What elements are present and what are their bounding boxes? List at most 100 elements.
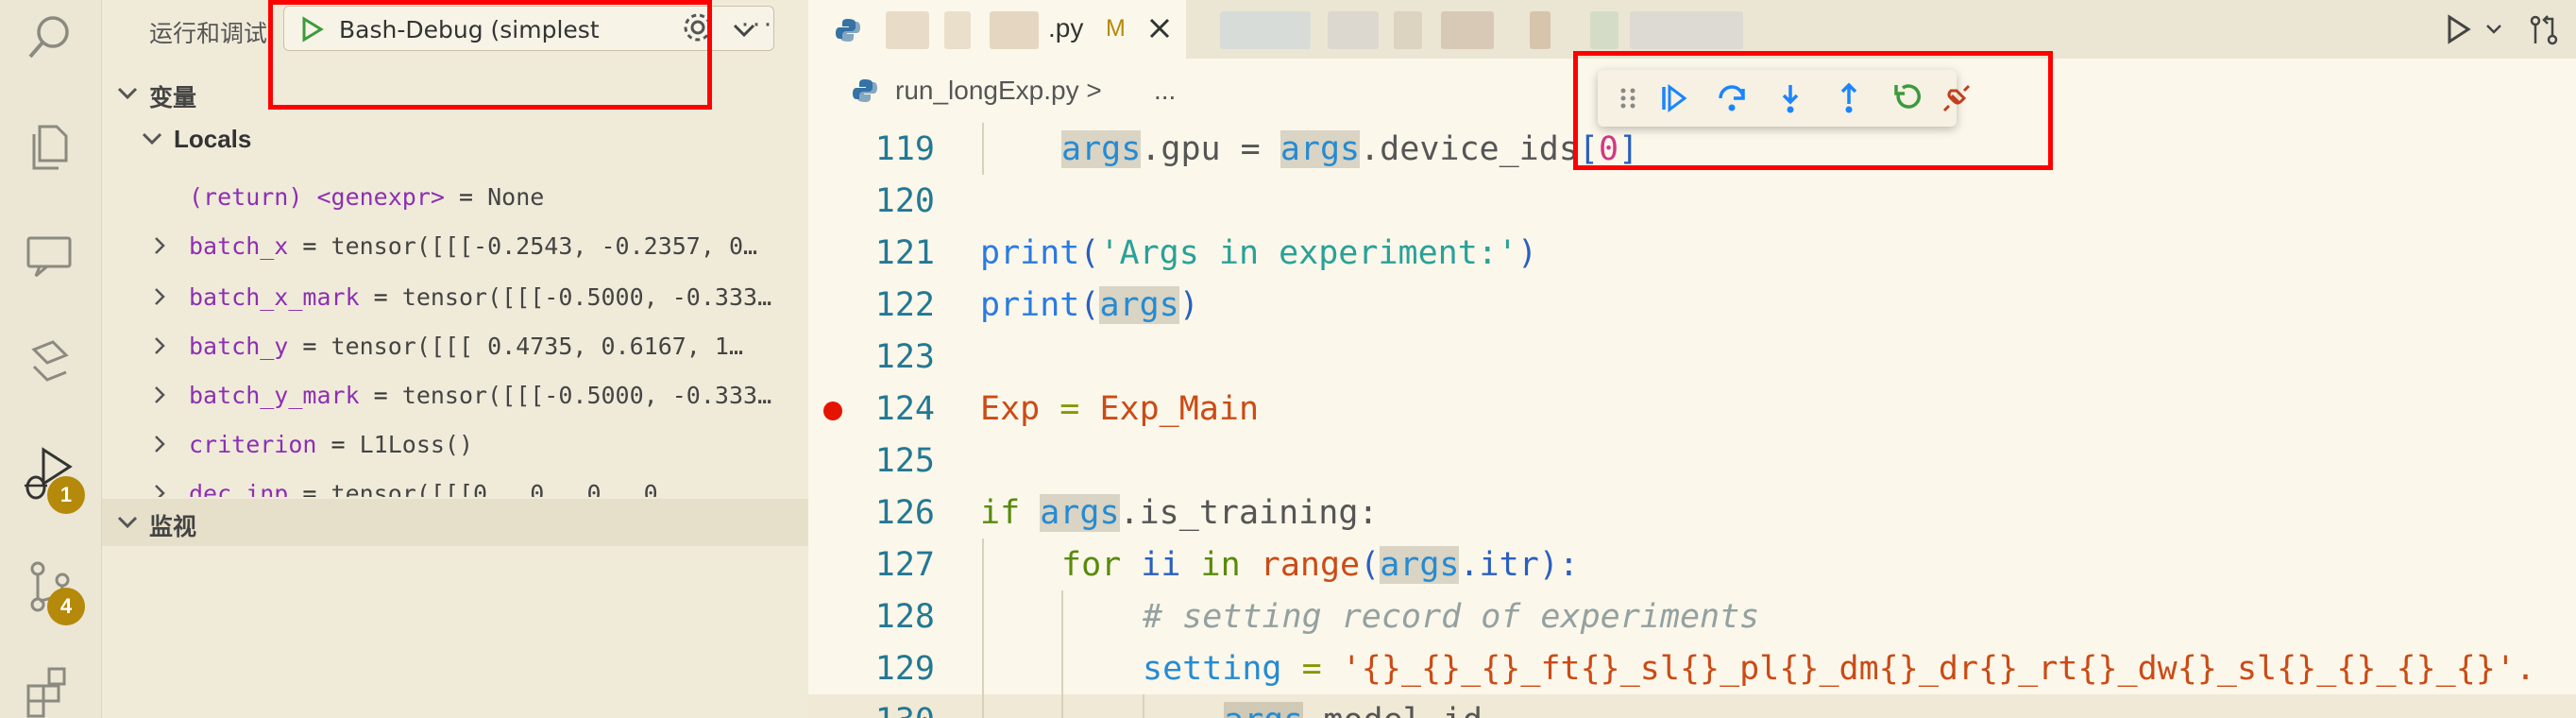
line-number: 121 — [874, 234, 935, 272]
chevron-down-icon — [140, 127, 164, 158]
obscured-filename — [990, 11, 1039, 49]
watch-header-label: 监视 — [149, 513, 197, 540]
code-line-123[interactable]: 123 — [808, 331, 2576, 383]
tab-bar: .py M — [808, 0, 2576, 59]
tab-filename: .py — [1048, 13, 1084, 43]
chevron-down-icon[interactable] — [2483, 19, 2504, 44]
chevron-right-icon[interactable] — [149, 482, 170, 497]
variable-equals: = — [359, 283, 402, 311]
code-line-127[interactable]: 127 for ii in range(args.itr): — [808, 538, 2576, 590]
code-line-122[interactable]: 122 print(args) — [808, 279, 2576, 331]
line-number: 130 — [840, 702, 935, 718]
chevron-right-icon[interactable] — [149, 285, 170, 313]
line-number: 126 — [874, 494, 935, 532]
python-file-icon — [835, 17, 861, 48]
code-line-126[interactable]: 126 if args.is_training: — [808, 487, 2576, 538]
variable-value: tensor([[[ 0.4735, 0.6167, 1… — [330, 333, 744, 360]
variable-name: batch_x_mark — [189, 283, 360, 311]
line-number: 125 — [874, 442, 935, 480]
variable-row[interactable]: criterion = L1Loss() — [102, 419, 808, 469]
variable-equals: = — [288, 333, 331, 360]
activity-bar: 1 4 — [0, 0, 102, 718]
compare-changes-icon[interactable] — [2527, 13, 2561, 52]
highlight-box-config — [268, 0, 712, 110]
variable-equals: = — [444, 183, 488, 211]
variable-name: batch_x — [189, 232, 289, 260]
variable-value: tensor([[[0., 0., 0., 0. — [330, 480, 672, 497]
breakpoint-icon[interactable] — [823, 402, 842, 420]
breadcrumb-file[interactable]: run_longExp.py > — [895, 76, 1102, 106]
run-python-file-icon[interactable] — [2442, 13, 2474, 50]
variable-text: (return) <genexpr> = None — [189, 183, 805, 211]
highlight-box-toolbar — [1573, 51, 2053, 170]
variable-value: tensor([[[-0.2543, -0.2357, 0… — [330, 232, 758, 260]
explorer-icon[interactable] — [21, 117, 79, 176]
chevron-down-icon — [115, 81, 140, 111]
extensions-git-graph-icon[interactable] — [21, 333, 79, 391]
remote-explorer-icon[interactable] — [21, 227, 79, 285]
obscured-tab[interactable] — [1630, 11, 1743, 49]
code-line-120[interactable]: 120 — [808, 175, 2576, 227]
breadcrumb-symbol[interactable]: ... — [1154, 76, 1176, 106]
code-line-129[interactable]: 129 setting = '{}_{}_{}_ft{}_sl{}_pl{}_d… — [808, 642, 2576, 694]
code-line-128[interactable]: 128 # setting record of experiments — [808, 590, 2576, 642]
code-line-125[interactable]: 125 — [808, 435, 2576, 487]
chevron-right-icon[interactable] — [149, 234, 170, 262]
python-file-icon — [852, 77, 878, 111]
obscured-tab[interactable] — [1590, 11, 1618, 49]
extensions-icon[interactable] — [21, 661, 79, 718]
chevron-right-icon[interactable] — [149, 433, 170, 460]
code-line-124[interactable]: 124 Exp = Exp_Main — [808, 383, 2576, 435]
variable-equals: = — [316, 431, 360, 458]
more-actions-icon[interactable]: ··· — [740, 8, 774, 40]
line-number: 129 — [874, 650, 935, 688]
line-number: 123 — [874, 338, 935, 376]
close-icon[interactable] — [1144, 13, 1175, 48]
tab-active[interactable]: .py M — [808, 0, 1186, 59]
variable-equals: = — [288, 480, 331, 497]
chevron-right-icon[interactable] — [149, 334, 170, 362]
variable-name: dec_inp — [189, 480, 289, 497]
variable-equals: = — [359, 382, 402, 409]
line-number: 119 — [874, 130, 935, 168]
variable-row[interactable]: batch_x_mark = tensor([[[-0.5000, -0.333… — [102, 272, 808, 321]
line-number: 127 — [874, 546, 935, 584]
line-number: 124 — [874, 390, 935, 428]
variable-text: batch_y = tensor([[[ 0.4735, 0.6167, 1… — [189, 333, 805, 360]
obscured-tab[interactable] — [1328, 11, 1379, 49]
debug-badge: 1 — [47, 476, 85, 514]
variable-row[interactable]: batch_y = tensor([[[ 0.4735, 0.6167, 1… — [102, 321, 808, 370]
sidebar-title: 运行和调试 — [149, 20, 268, 47]
obscured-tab[interactable] — [1220, 11, 1311, 49]
code-line-121[interactable]: 121 print('Args in experiment:') — [808, 227, 2576, 279]
scm-badge: 4 — [47, 588, 85, 625]
variable-text: batch_x = tensor([[[-0.2543, -0.2357, 0… — [189, 232, 805, 260]
chevron-down-icon — [115, 510, 140, 540]
variable-value: tensor([[[-0.5000, -0.333… — [401, 283, 772, 311]
code-line-130[interactable]: 130 args.model_id, — [808, 694, 2576, 718]
variable-row[interactable]: batch_x = tensor([[[-0.2543, -0.2357, 0… — [102, 221, 808, 270]
locals-label: Locals — [174, 125, 252, 153]
variable-value: L1Loss() — [359, 431, 474, 458]
line-number: 120 — [874, 182, 935, 220]
variable-row[interactable]: dec_inp = tensor([[[0., 0., 0., 0. — [102, 469, 808, 497]
variable-name: batch_y_mark — [189, 382, 360, 409]
variable-name: batch_y — [189, 333, 289, 360]
variable-text: dec_inp = tensor([[[0., 0., 0., 0. — [189, 480, 805, 497]
variable-text: criterion = L1Loss() — [189, 431, 805, 458]
obscured-filename — [886, 11, 929, 49]
chevron-right-icon[interactable] — [149, 384, 170, 411]
variable-value: tensor([[[-0.5000, -0.333… — [401, 382, 772, 409]
modified-indicator: M — [1106, 15, 1126, 42]
obscured-tab[interactable] — [1394, 11, 1422, 49]
variable-name: criterion — [189, 431, 317, 458]
line-number: 128 — [874, 598, 935, 636]
search-icon[interactable] — [21, 8, 79, 66]
obscured-tab[interactable] — [1530, 11, 1551, 49]
line-number: 122 — [874, 286, 935, 324]
obscured-tab[interactable] — [1441, 11, 1494, 49]
variable-name: (return) <genexpr> — [189, 183, 445, 211]
variable-row[interactable]: batch_y_mark = tensor([[[-0.5000, -0.333… — [102, 370, 808, 419]
variable-row[interactable]: (return) <genexpr> = None — [102, 172, 808, 221]
watch-section-header[interactable]: 监视 — [102, 499, 808, 546]
